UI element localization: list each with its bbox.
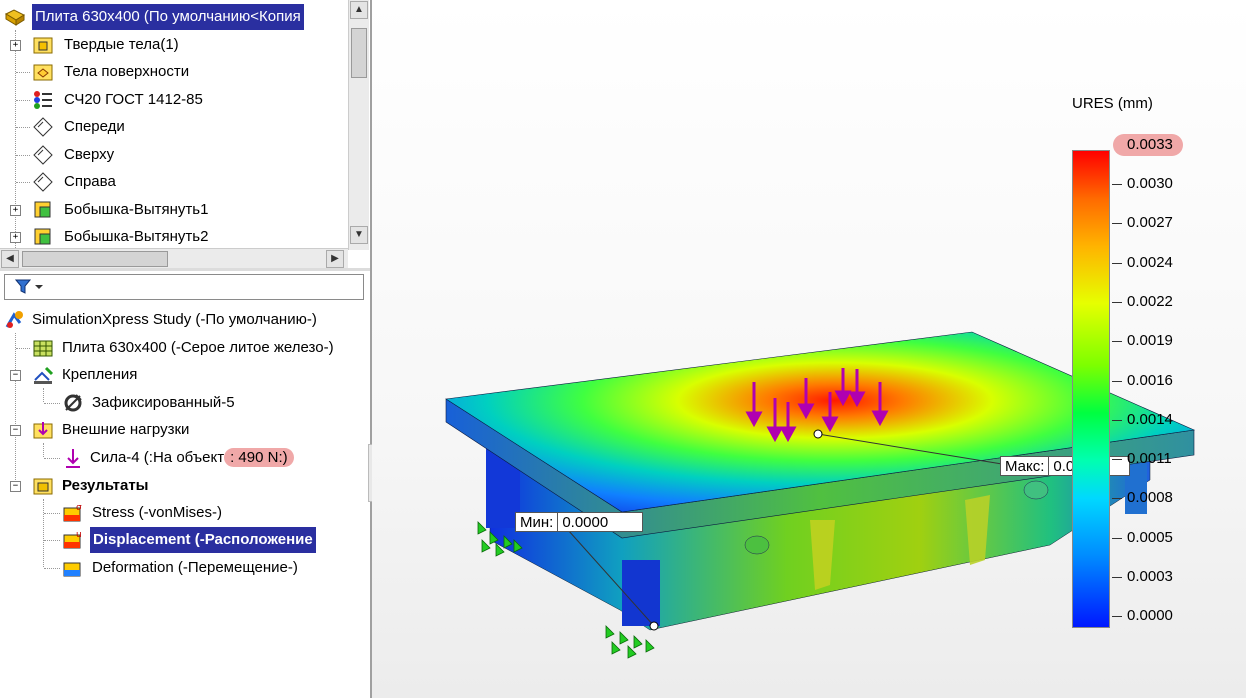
tree-horizontal-scrollbar[interactable]: ◀ ▶ xyxy=(0,248,348,269)
fixtures-icon xyxy=(34,366,54,384)
max-probe-point xyxy=(813,429,823,439)
scroll-thumb[interactable] xyxy=(22,251,168,267)
min-probe-point xyxy=(649,621,659,631)
legend-tick-label: 0.0008 xyxy=(1127,489,1173,507)
legend-tick-mark xyxy=(1112,577,1122,578)
tree-item-label: Спереди xyxy=(64,118,125,135)
displacement-plot-icon: u xyxy=(63,530,82,549)
sim-deformation-label: Deformation (-Перемещение-) xyxy=(92,559,298,576)
legend-tick-mark xyxy=(1112,419,1122,421)
min-probe-label: Мин: 0.0000 xyxy=(515,512,644,532)
boss-extrude-icon xyxy=(34,201,51,218)
material-icon xyxy=(34,91,52,109)
tree-item-label: Бобышка-Вытянуть1 xyxy=(64,201,209,218)
min-probe-value: 0.0000 xyxy=(557,513,642,531)
legend-tick-label: 0.0022 xyxy=(1127,292,1173,310)
legend-tick-label: 0.0019 xyxy=(1127,332,1173,350)
expand-icon[interactable]: + xyxy=(10,205,21,216)
stress-plot-icon: σ xyxy=(63,503,82,522)
sim-force-label: Сила-4 (:На объект: 490 N:) xyxy=(90,445,294,471)
legend-colorbar xyxy=(1072,150,1110,628)
sim-study-label: SimulationXpress Study (-По умолчанию-) xyxy=(32,311,317,328)
legend-tick-label: 0.0003 xyxy=(1127,568,1173,585)
legend-max-label: 0.0033 xyxy=(1113,134,1183,156)
legend-tick-label: 0.0024 xyxy=(1127,253,1173,271)
plane-icon xyxy=(33,117,53,137)
feature-manager-panel: Плита 630x400 (По умолчанию<Копия + Твер… xyxy=(0,0,372,698)
simulation-study-icon xyxy=(5,311,23,328)
fixed-geometry-icon xyxy=(64,394,82,412)
scroll-down-icon[interactable]: ▼ xyxy=(350,226,368,244)
legend-tick-label: 0.0014 xyxy=(1127,410,1173,428)
legend-title: URES (mm) xyxy=(1072,95,1153,112)
legend-tick-label: 0.0005 xyxy=(1127,528,1173,546)
legend-tick-label: 0.0016 xyxy=(1127,371,1173,389)
tree-item-label: Твердые тела(1) xyxy=(64,36,179,53)
legend-tick-label: 0.0030 xyxy=(1127,175,1173,192)
sim-fixtures-label: Крепления xyxy=(62,366,138,383)
scroll-thumb[interactable] xyxy=(351,28,367,78)
tree-item-label: Справа xyxy=(64,173,116,190)
tree-root-label: Плита 630x400 (По умолчанию<Копия xyxy=(32,4,304,30)
legend-tick-mark xyxy=(1112,223,1122,225)
sim-stress-label: Stress (-vonMises-) xyxy=(92,504,223,521)
expand-icon[interactable]: + xyxy=(10,40,21,51)
legend-tick-mark xyxy=(1112,262,1122,264)
panel-splitter[interactable] xyxy=(0,268,370,271)
sim-loads-label: Внешние нагрузки xyxy=(62,421,190,438)
external-loads-folder-icon xyxy=(33,422,53,439)
results-folder-icon xyxy=(33,478,53,495)
force-value-highlight: : 490 N:) xyxy=(224,448,294,467)
boss-extrude-icon xyxy=(34,228,51,245)
legend-tick-mark xyxy=(1112,459,1122,461)
folder-surface-bodies-icon xyxy=(33,64,53,81)
tree-item-label: Сверху xyxy=(64,146,115,163)
collapse-icon[interactable]: − xyxy=(10,481,21,492)
max-probe-key: Макс: xyxy=(1005,458,1045,475)
filter-bar[interactable] xyxy=(4,274,364,300)
tree-vertical-scrollbar[interactable]: ▲ ▼ xyxy=(348,0,369,250)
force-arrow-icon xyxy=(66,449,80,468)
sim-part-label: Плита 630x400 (-Серое литое железо-) xyxy=(62,339,334,356)
scroll-up-icon[interactable]: ▲ xyxy=(350,1,368,19)
legend-tick-mark xyxy=(1112,616,1122,618)
legend-tick-mark xyxy=(1112,380,1122,382)
min-probe-key: Мин: xyxy=(520,514,554,531)
feature-tree: Плита 630x400 (По умолчанию<Копия + Твер… xyxy=(0,0,348,250)
plane-icon xyxy=(33,172,53,192)
legend-tick-mark xyxy=(1112,341,1122,343)
svg-text:u: u xyxy=(76,530,82,540)
sim-displacement-label: Displacement (-Расположение xyxy=(90,527,316,553)
plane-icon xyxy=(33,145,53,165)
legend-tick-mark xyxy=(1112,498,1122,500)
force-label-prefix: Сила-4 (:На объект xyxy=(90,449,225,466)
collapse-icon[interactable]: − xyxy=(10,370,21,381)
legend-tick-label: 0.0011 xyxy=(1127,450,1172,468)
expand-icon[interactable]: + xyxy=(10,232,21,243)
collapse-icon[interactable]: − xyxy=(10,425,21,436)
folder-solid-bodies-icon xyxy=(33,37,53,54)
leg xyxy=(622,560,660,626)
max-probe-label: Макс:0.0033 xyxy=(1000,456,1131,476)
svg-text:σ: σ xyxy=(76,503,82,513)
filter-icon[interactable] xyxy=(15,279,45,295)
legend-tick-label: 0.0000 xyxy=(1127,607,1173,625)
sim-fixture-label: Зафиксированный-5 xyxy=(92,394,235,411)
tree-item-label: СЧ20 ГОСТ 1412-85 xyxy=(64,91,203,108)
part-icon xyxy=(4,9,26,26)
mesh-part-icon xyxy=(33,340,53,357)
tree-item-label: Бобышка-Вытянуть2 xyxy=(64,228,209,245)
sim-results-label: Результаты xyxy=(62,477,149,494)
deformation-plot-icon xyxy=(63,562,81,577)
scroll-left-icon[interactable]: ◀ xyxy=(1,250,19,268)
legend-tick-mark xyxy=(1112,184,1122,185)
legend-tick-mark xyxy=(1112,301,1122,303)
legend-tick-mark xyxy=(1112,537,1122,539)
legend-tick-label: 0.0027 xyxy=(1127,214,1173,232)
tree-item-label: Тела поверхности xyxy=(64,63,190,80)
scroll-right-icon[interactable]: ▶ xyxy=(326,250,344,268)
